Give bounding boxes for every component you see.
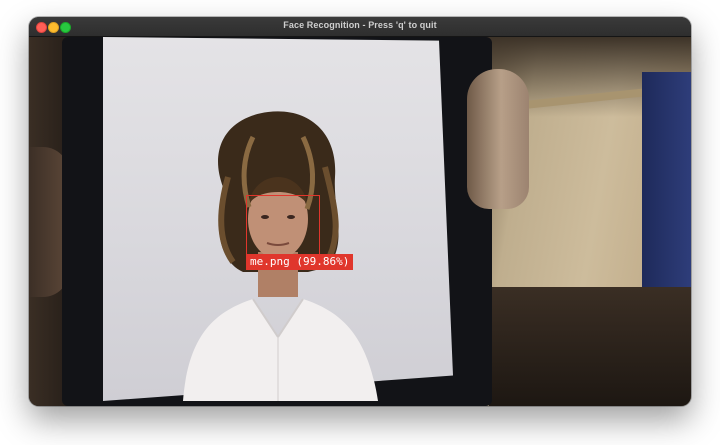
hand-thumb [467,69,529,209]
title-bar[interactable]: Face Recognition - Press 'q' to quit [29,17,691,37]
window-title: Face Recognition - Press 'q' to quit [283,20,437,30]
face-bounding-box [246,195,320,255]
app-window: Face Recognition - Press 'q' to quit me.… [29,17,691,406]
background-lower [489,287,691,406]
camera-feed: me.png (99.86%) [29,37,691,406]
face-match-label: me.png (99.86%) [246,254,354,270]
